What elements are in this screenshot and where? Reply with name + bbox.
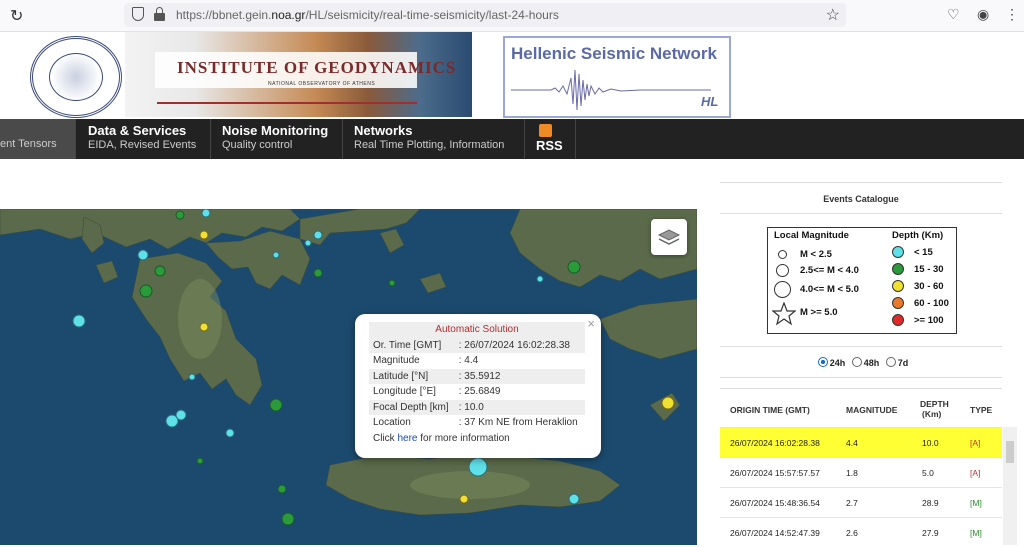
depth-color-swatch [892,263,904,275]
popup-label: Or. Time [GMT] [369,337,455,353]
map-legend: Local Magnitude Depth (Km) M < 2.5 2.5<=… [767,227,957,334]
nav-item-data-services[interactable]: Data & Services EIDA, Revised Events [78,119,211,159]
radio-48h[interactable] [851,357,862,367]
popup-label: Magnitude [373,355,420,367]
layer-switcher-button[interactable] [651,219,687,255]
popup-label: Longitude [°E] [373,386,436,398]
popup-value: : 25.6849 [458,386,501,398]
popup-label: Location [373,417,411,429]
lock-icon[interactable] [154,7,165,21]
hellenic-network-logo[interactable]: Hellenic Seismic Network HL [503,36,731,118]
magnitude-small-symbol [778,250,787,259]
bookmark-star-icon[interactable]: ☆ [826,5,840,25]
reload-icon[interactable]: ↻ [10,6,23,26]
catalogue-title: Events Catalogue [720,182,1002,214]
header-magnitude[interactable]: MAGNITUDE [846,405,897,415]
table-row[interactable]: 26/07/2024 16:02:28.38 4.4 10.0 [A] [720,427,1002,457]
radio-24h[interactable] [817,357,828,367]
institute-subtitle: NATIONAL OBSERVATORY OF ATHENS [268,81,376,87]
table-scrollbar[interactable] [1003,427,1017,545]
depth-color-swatch [892,280,904,292]
header-depth[interactable]: DEPTH [920,399,949,409]
network-title: Hellenic Seismic Network [511,44,717,63]
nav-item-moment-tensors[interactable]: ent Tensors [0,119,76,159]
address-bar[interactable]: https://bbnet.gein.noa.gr/HL/seismicity/… [124,3,846,27]
menu-icon[interactable]: ⋮ [1005,6,1019,23]
depth-color-swatch [892,297,904,309]
popup-value: : 10.0 [454,399,585,415]
seismogram-icon [511,69,711,111]
close-icon[interactable]: × [587,316,595,331]
depth-legend-header: Depth (Km) [892,230,944,241]
header-origin-time[interactable]: ORIGIN TIME (GMT) [730,405,810,415]
popup-footer: Click here for more information [369,430,585,446]
magnitude-medium-symbol [776,264,789,277]
popup-value: : 35.5912 [454,368,585,384]
table-header: ORIGIN TIME (GMT) MAGNITUDE DEPTH (Km) T… [720,389,1002,427]
radio-7d[interactable] [885,357,896,367]
more-info-link[interactable]: here [397,433,417,444]
observatory-seal-logo[interactable] [30,36,122,118]
event-popup: × Automatic Solution Or. Time [GMT]: 26/… [355,314,601,458]
nav-item-rss[interactable]: RSS [526,119,576,159]
institute-banner[interactable]: INSTITUTE OF GEODYNAMICS NATIONAL OBSERV… [125,32,472,117]
network-code: HL [701,94,719,109]
table-row[interactable]: 26/07/2024 14:52:47.39 2.6 27.9 [M] [720,517,1002,547]
nav-item-noise-monitoring[interactable]: Noise Monitoring Quality control [212,119,343,159]
nav-item-networks[interactable]: Networks Real Time Plotting, Information [344,119,525,159]
browser-toolbar: ↻ https://bbnet.gein.noa.gr/HL/seismicit… [0,0,1024,32]
institute-title: INSTITUTE OF GEODYNAMICS [177,58,457,77]
popup-label: Latitude [°N] [369,368,455,384]
star-icon [772,302,796,326]
table-row[interactable]: 26/07/2024 15:48:36.54 2.7 28.9 [M] [720,487,1002,517]
depth-color-swatch [892,246,904,258]
popup-value: : 37 Km NE from Heraklion [458,417,578,429]
rss-icon [539,124,552,137]
magnitude-large-symbol [774,281,791,298]
table-row[interactable]: 26/07/2024 15:57:57.57 1.8 5.0 [A] [720,457,1002,487]
main-nav: ent Tensors Data & Services EIDA, Revise… [0,119,1024,159]
magnitude-legend-header: Local Magnitude [774,230,849,241]
url-text[interactable]: https://bbnet.gein.noa.gr/HL/seismicity/… [176,8,559,22]
account-icon[interactable]: ◉ [977,6,989,23]
shield-icon[interactable] [132,7,144,21]
layers-icon [657,229,681,245]
popup-table: Automatic Solution Or. Time [GMT]: 26/07… [369,322,585,446]
depth-color-swatch [892,314,904,326]
popup-value: : 4.4 [458,355,479,367]
popup-label: Focal Depth [km] [369,399,455,415]
pocket-icon[interactable]: ♡ [947,6,960,23]
popup-title: Automatic Solution [369,322,585,338]
events-sidebar: Events Catalogue Local Magnitude Depth (… [720,182,1002,545]
header-depth-unit: (Km) [922,409,942,419]
header-type[interactable]: TYPE [970,405,992,415]
site-header: INSTITUTE OF GEODYNAMICS NATIONAL OBSERV… [0,32,1024,120]
popup-value: : 26/07/2024 16:02:28.38 [454,337,585,353]
period-selector: 24h 48h 7d [720,346,1002,378]
events-table: ORIGIN TIME (GMT) MAGNITUDE DEPTH (Km) T… [720,388,1002,547]
